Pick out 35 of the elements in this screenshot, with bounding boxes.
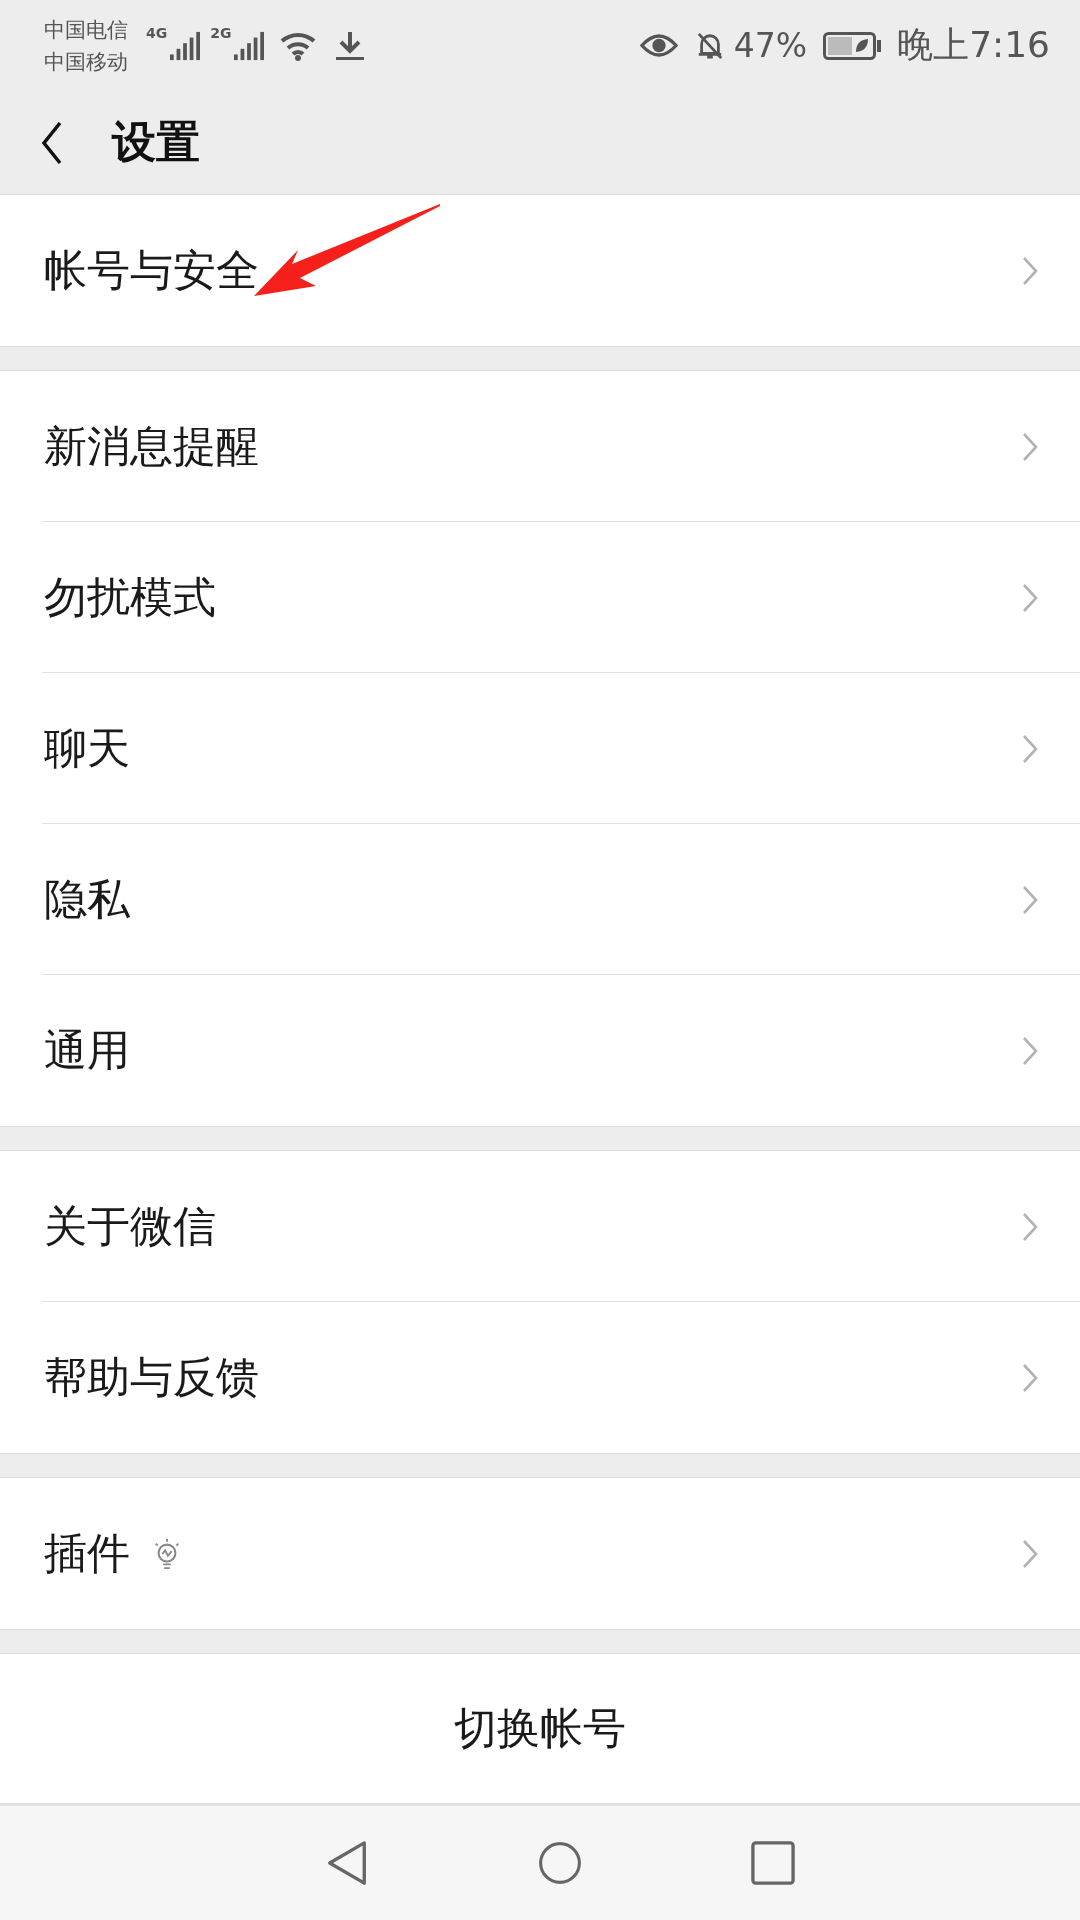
eye-icon <box>639 32 678 60</box>
back-icon[interactable] <box>40 120 64 165</box>
battery-icon <box>823 31 882 60</box>
download-icon <box>334 29 367 62</box>
carrier-name: 中国电信 <box>44 16 128 44</box>
settings-item[interactable]: 帐号与安全 <box>0 195 1080 347</box>
settings-item[interactable]: 帮助与反馈 <box>0 1302 1080 1454</box>
carrier-name: 中国移动 <box>44 48 128 76</box>
switch-account-button[interactable]: 切换帐号 <box>0 1653 1080 1805</box>
settings-item[interactable]: 插件 <box>0 1478 1080 1630</box>
page-title: 设置 <box>112 115 200 170</box>
network-type: 2G <box>210 24 232 41</box>
settings-item[interactable]: 隐私 <box>0 824 1080 976</box>
settings-item[interactable]: 新消息提醒 <box>0 371 1080 523</box>
clock-time: 晚上7:16 <box>897 23 1050 68</box>
settings-item[interactable]: 勿扰模式 <box>0 522 1080 674</box>
signal-icon <box>170 30 201 61</box>
lightbulb-icon <box>152 1536 182 1571</box>
chevron-icon <box>1022 733 1038 764</box>
settings-item[interactable]: 聊天 <box>0 673 1080 825</box>
wifi-icon <box>280 30 317 61</box>
settings-item[interactable]: 通用 <box>0 975 1080 1127</box>
chevron-icon <box>1022 884 1038 915</box>
chevron-icon <box>1022 255 1038 286</box>
chevron-icon <box>1022 1538 1038 1569</box>
settings-item[interactable]: 关于微信 <box>0 1151 1080 1303</box>
battery-percent: 47% <box>733 26 808 66</box>
network-type: 4G <box>146 24 168 41</box>
chevron-icon <box>1022 1211 1038 1242</box>
chevron-icon <box>1022 1362 1038 1393</box>
chevron-icon <box>1022 431 1038 462</box>
recents-square-icon[interactable] <box>751 1839 796 1888</box>
signal-icon <box>234 30 265 61</box>
chevron-icon <box>1022 1035 1038 1066</box>
chevron-icon <box>1022 582 1038 613</box>
